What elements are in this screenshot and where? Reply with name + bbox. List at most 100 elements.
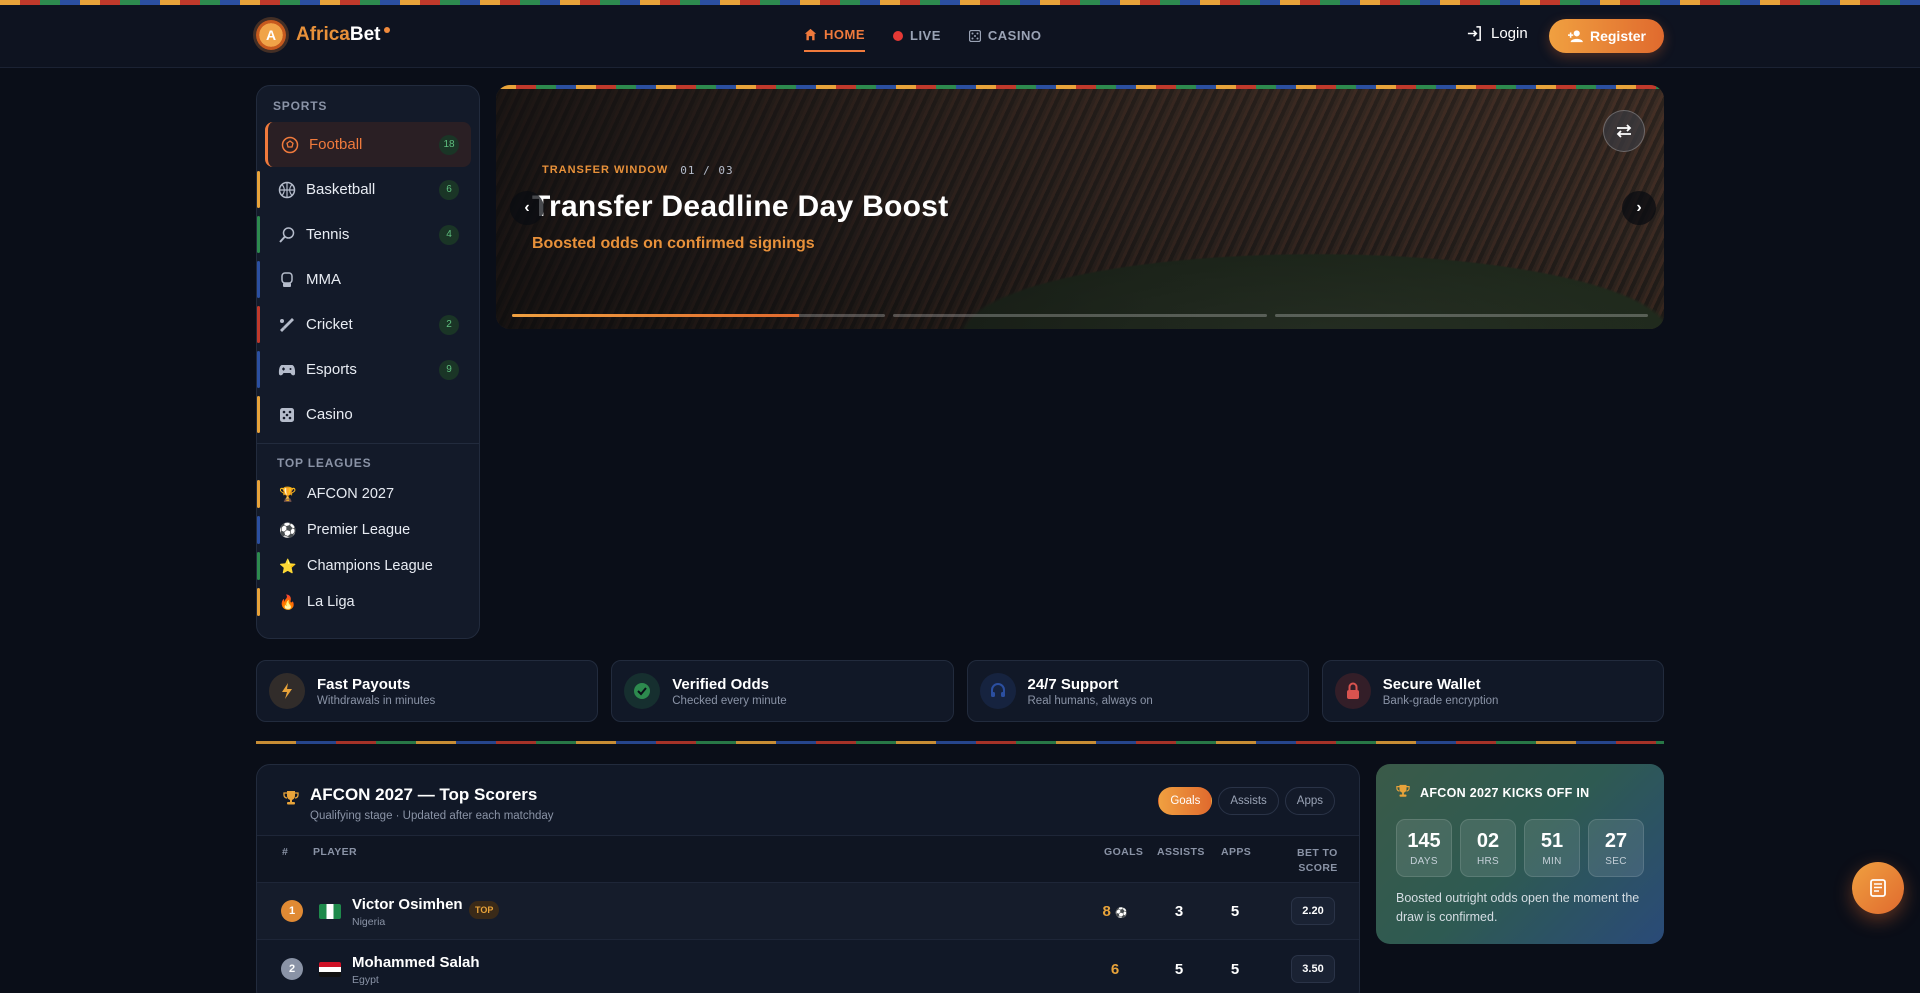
- table-row[interactable]: 1 Victor Osimhen Nigeria TOP 8 ⚽ 3 5 2.2…: [257, 883, 1359, 940]
- gamepad-icon: [277, 360, 297, 380]
- odds-button[interactable]: 3.50: [1291, 955, 1335, 983]
- apps-value: 5: [1230, 960, 1240, 978]
- scorers-tabs: Goals Assists Apps: [1158, 787, 1335, 815]
- player-name: Victor Osimhen: [352, 896, 463, 913]
- football-icon: [280, 135, 300, 155]
- live-dot-icon: [893, 30, 903, 41]
- progress-segment[interactable]: [893, 314, 1267, 317]
- rank-badge: 1: [281, 900, 303, 922]
- tab-goals[interactable]: Goals: [1158, 787, 1213, 815]
- nav-live[interactable]: LIVE: [893, 27, 941, 52]
- count-badge: 4: [439, 224, 459, 245]
- login-button[interactable]: Login: [1466, 25, 1528, 42]
- feature-secure-wallet: Secure Wallet Bank-grade encryption: [1321, 660, 1664, 722]
- rank-badge: 2: [281, 958, 303, 980]
- league-item-champions-league[interactable]: ⭐ Champions League: [257, 548, 479, 584]
- table-row[interactable]: 2 Mohammed Salah Egypt 6 5 5 3.50: [257, 941, 1359, 993]
- kickoff-countdown-card: AFCON 2027 KICKS OFF IN 145 DAYS 02 HRS 51…: [1376, 764, 1664, 944]
- leagues-heading: TOP LEAGUES: [277, 456, 372, 470]
- col-goals[interactable]: GOALS: [1104, 846, 1143, 858]
- feature-verified-odds: Verified Odds Checked every minute: [611, 660, 954, 722]
- kickoff-title: AFCON 2027 KICKS OFF IN: [1420, 785, 1590, 800]
- scorers-title: AFCON 2027 — Top Scorers: [310, 785, 538, 804]
- sidebar-item-tennis[interactable]: Tennis 4: [257, 212, 479, 257]
- home-icon: [804, 28, 817, 41]
- hero-prev-button[interactable]: ‹: [510, 191, 544, 225]
- progress-segment[interactable]: [512, 314, 886, 317]
- assists-value: 3: [1174, 902, 1184, 920]
- slide-index: 01 / 03: [680, 164, 734, 177]
- sidebar-item-casino[interactable]: Casino: [257, 392, 479, 437]
- hero-banner[interactable]: TRANSFER WINDOW 01 / 03 Transfer Deadlin…: [496, 85, 1664, 329]
- star-icon: ⭐: [279, 557, 297, 574]
- tennis-icon: [277, 225, 297, 245]
- sports-heading: SPORTS: [273, 99, 328, 113]
- feature-strip: Fast Payouts Withdrawals in minutes Verif…: [256, 660, 1664, 722]
- kickoff-note: Boosted outright odds open the moment th…: [1396, 891, 1640, 924]
- hero-swap-button[interactable]: [1603, 110, 1645, 152]
- assists-value: 5: [1174, 960, 1184, 978]
- top-badge: TOP: [469, 901, 500, 919]
- sidebar-item-mma[interactable]: MMA: [257, 257, 479, 302]
- league-item-afcon[interactable]: 🏆 AFCON 2027: [257, 476, 479, 512]
- sports-sidebar: SPORTS Football 18 Basketball 6 Tennis 4…: [256, 85, 480, 639]
- sidebar-item-football[interactable]: Football 18: [265, 122, 471, 167]
- progress-segment[interactable]: [1274, 314, 1648, 317]
- cricket-icon: [277, 315, 297, 335]
- brand-name: AfricaBet: [296, 24, 381, 45]
- feature-fast-payouts: Fast Payouts Withdrawals in minutes: [256, 660, 599, 722]
- top-scorers-panel: AFCON 2027 — Top Scorers Qualifying stag…: [256, 764, 1360, 993]
- dice-icon: [277, 405, 297, 425]
- swap-icon: [1616, 124, 1632, 138]
- hero-next-button[interactable]: ›: [1622, 191, 1656, 225]
- sidebar-item-basketball[interactable]: Basketball 6: [257, 167, 479, 212]
- count-badge: 2: [439, 314, 459, 335]
- countdown-hours: 02 HRS: [1460, 819, 1516, 877]
- sidebar-divider: [257, 443, 479, 444]
- player-name: Mohammed Salah: [352, 954, 480, 971]
- flag-egypt-icon: [319, 961, 341, 977]
- nav-casino[interactable]: CASINO: [968, 27, 1042, 52]
- goals-value: 8 ⚽: [1102, 902, 1128, 920]
- table-header: # PLAYER GOALS ASSISTS APPS BET TO SCORE: [257, 835, 1359, 883]
- brand-logo[interactable]: A AfricaBet: [256, 20, 391, 50]
- col-bet-to-score: BET TO SCORE: [1297, 847, 1338, 874]
- soccer-ball-icon: ⚽: [279, 521, 297, 538]
- main-nav: HOME LIVE CASINO: [804, 27, 1041, 52]
- countdown-minutes: 51 MIN: [1524, 819, 1580, 877]
- logo-dot-icon: [384, 27, 391, 33]
- countdown-days: 145 DAYS: [1396, 819, 1452, 877]
- league-item-la-liga[interactable]: 🔥 La Liga: [257, 584, 479, 620]
- hero-kente-stripe: [496, 85, 1664, 89]
- tab-assists[interactable]: Assists: [1218, 787, 1279, 815]
- chevron-right-icon: ›: [1636, 199, 1642, 216]
- league-item-premier-league[interactable]: ⚽ Premier League: [257, 512, 479, 548]
- betslip-fab-button[interactable]: [1852, 862, 1904, 914]
- apps-value: 5: [1230, 902, 1240, 920]
- fire-icon: 🔥: [279, 593, 297, 610]
- col-apps[interactable]: APPS: [1221, 846, 1251, 858]
- countdown-seconds: 27 SEC: [1588, 819, 1644, 877]
- col-rank: #: [282, 846, 289, 858]
- headset-icon: [979, 673, 1016, 709]
- scorers-subtitle: Qualifying stage · Updated after each ma…: [310, 810, 554, 822]
- login-icon: [1467, 26, 1481, 41]
- sidebar-item-esports[interactable]: Esports 9: [257, 347, 479, 392]
- count-badge: 9: [439, 359, 459, 380]
- logo-badge-icon: A: [256, 20, 286, 50]
- count-badge: 6: [439, 179, 459, 200]
- feature-support: 24/7 Support Real humans, always on: [966, 660, 1309, 722]
- casino-icon: [968, 29, 981, 42]
- sidebar-item-cricket[interactable]: Cricket 2: [257, 302, 479, 347]
- odds-button[interactable]: 2.20: [1291, 897, 1335, 925]
- col-assists[interactable]: ASSISTS: [1157, 846, 1205, 858]
- lock-icon: [1334, 673, 1371, 709]
- hero-subtitle: Boosted odds on confirmed signings: [532, 235, 815, 252]
- count-badge: 18: [439, 134, 459, 155]
- trophy-icon: [1396, 784, 1410, 801]
- verified-icon: [624, 673, 661, 709]
- tab-apps[interactable]: Apps: [1284, 787, 1335, 815]
- trophy-icon: [283, 790, 299, 811]
- nav-home[interactable]: HOME: [804, 27, 865, 52]
- register-button[interactable]: Register: [1549, 19, 1664, 53]
